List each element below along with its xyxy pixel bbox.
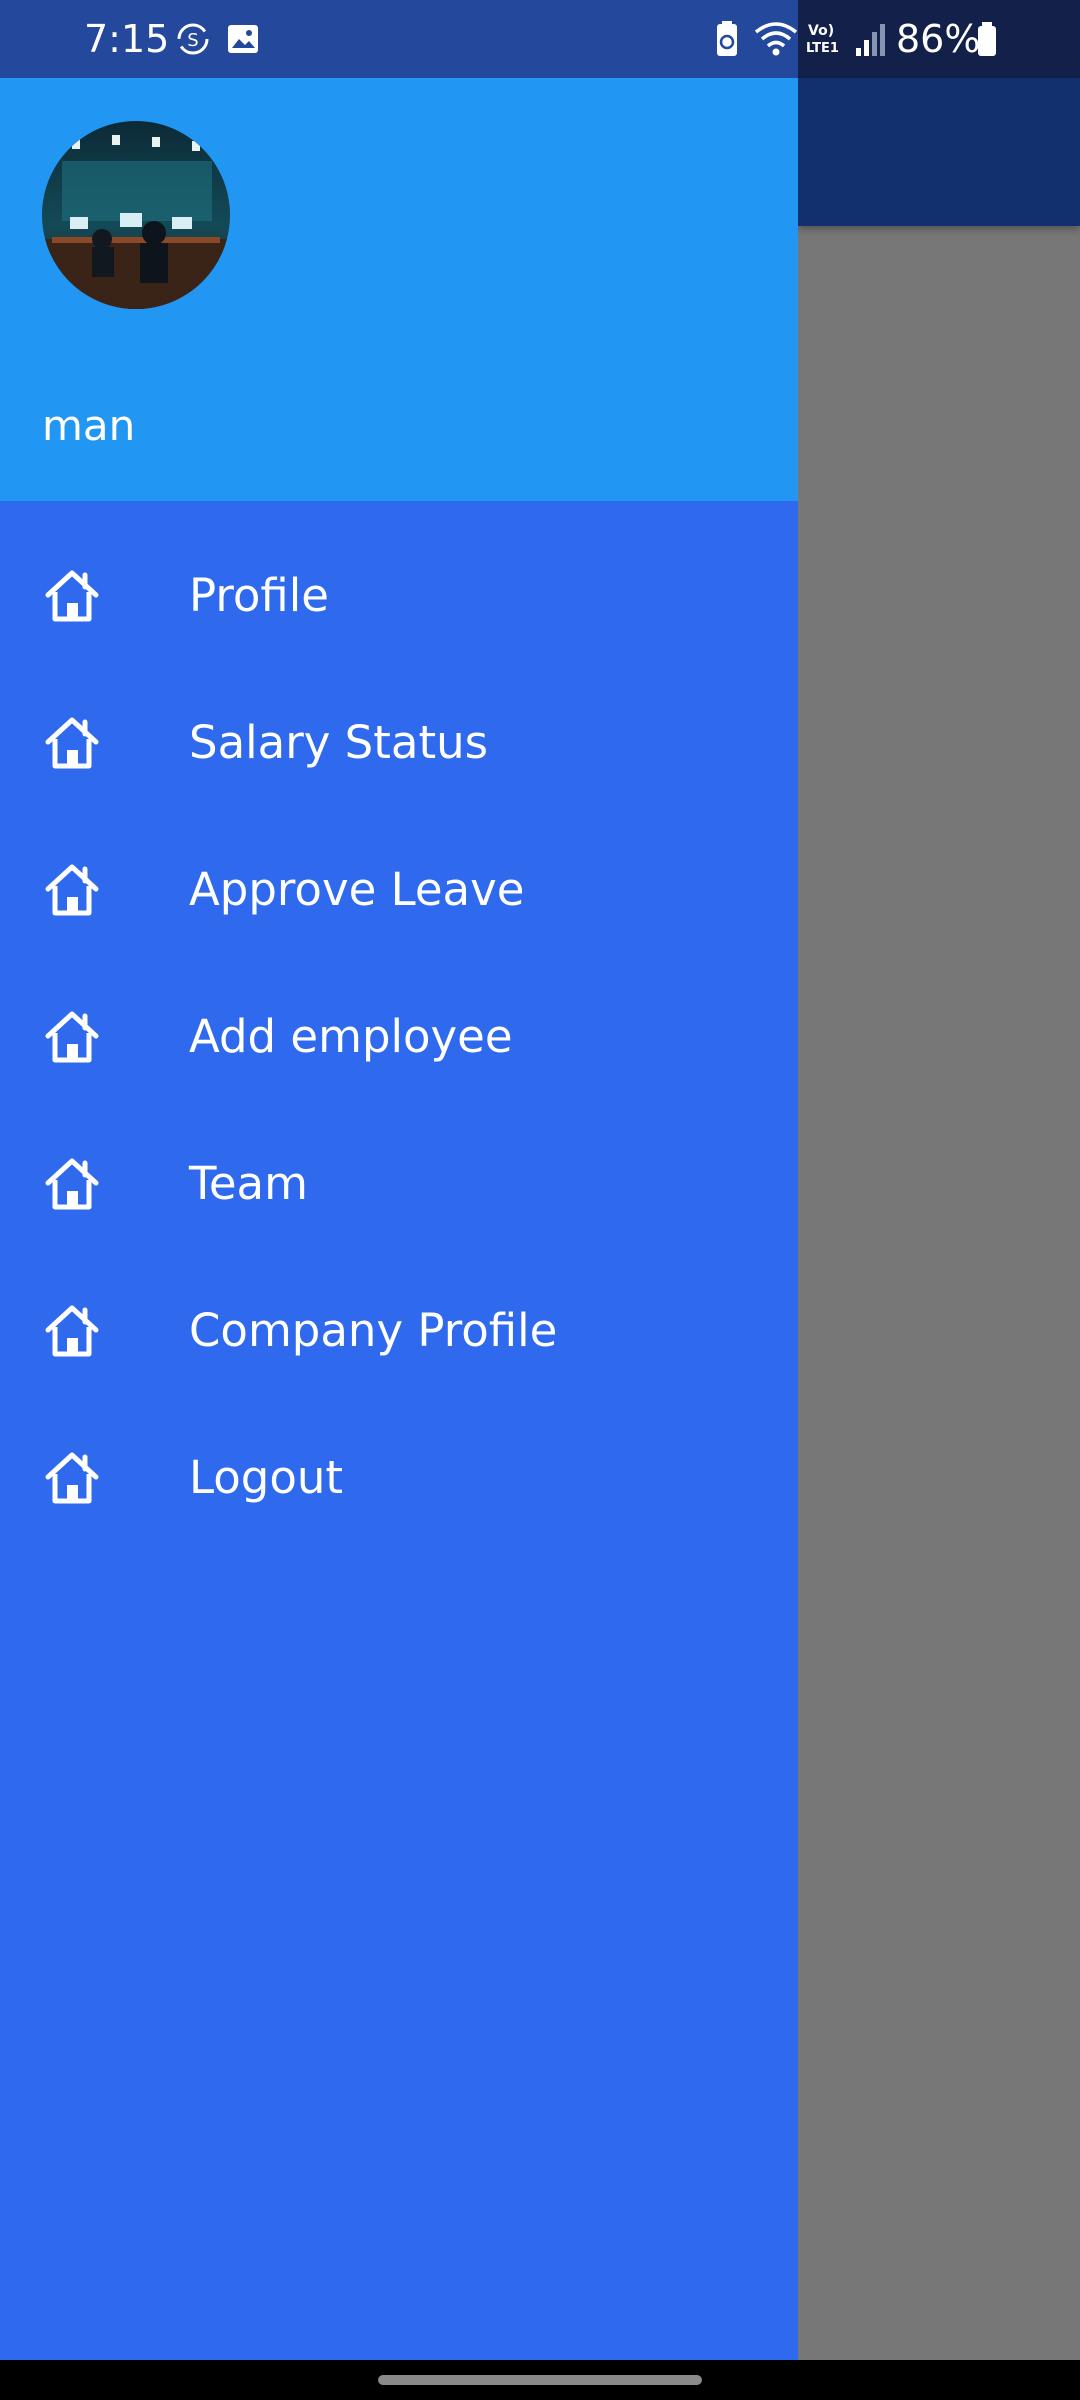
drawer-item-label: Add employee xyxy=(189,1010,513,1063)
volte-icon: Vo) LTE1 xyxy=(806,23,839,56)
svg-text:Vo): Vo) xyxy=(808,23,834,39)
svg-text:S: S xyxy=(187,30,198,51)
avatar[interactable] xyxy=(42,121,230,309)
drawer-item-label: Profile xyxy=(189,569,329,622)
home-icon xyxy=(45,1452,99,1504)
home-icon xyxy=(45,1011,99,1063)
battery-saver-icon xyxy=(717,21,737,56)
drawer-item-label: Team xyxy=(189,1157,308,1210)
drawer-item-salary-status[interactable]: Salary Status xyxy=(0,669,798,816)
signal-icon xyxy=(856,24,885,56)
avatar-photo xyxy=(42,121,230,309)
drawer-item-label: Salary Status xyxy=(189,716,489,769)
home-icon xyxy=(45,864,99,916)
svg-text:LTE1: LTE1 xyxy=(806,41,839,56)
drawer-item-profile[interactable]: Profile xyxy=(0,522,798,669)
drawer-item-add-employee[interactable]: Add employee xyxy=(0,963,798,1110)
drawer-item-approve-leave[interactable]: Approve Leave xyxy=(0,816,798,963)
sync-icon: S xyxy=(177,23,209,55)
drawer-item-company-profile[interactable]: Company Profile xyxy=(0,1257,798,1404)
app-bar xyxy=(798,78,1080,226)
drawer-item-label: Logout xyxy=(189,1451,344,1504)
home-icon xyxy=(45,1158,99,1210)
battery-icon xyxy=(978,22,996,56)
user-name: man xyxy=(42,401,136,450)
status-bar: 7:15 S Vo) LTE1 86% xyxy=(0,0,1080,78)
home-icon xyxy=(45,717,99,769)
battery-percent: 86% xyxy=(896,17,981,61)
navigation-drawer: man Profile Salary Status Approve Leave xyxy=(0,78,798,2360)
drawer-header: man xyxy=(0,78,798,501)
gallery-icon xyxy=(228,25,258,53)
drawer-item-label: Approve Leave xyxy=(189,863,525,916)
drawer-item-team[interactable]: Team xyxy=(0,1110,798,1257)
status-time: 7:15 xyxy=(84,17,170,61)
drawer-item-logout[interactable]: Logout xyxy=(0,1404,798,1551)
system-navigation-bar xyxy=(0,2360,1080,2400)
wifi-icon xyxy=(754,22,798,56)
home-icon xyxy=(45,1305,99,1357)
home-icon xyxy=(45,570,99,622)
home-gesture-handle[interactable] xyxy=(378,2375,702,2385)
drawer-item-label: Company Profile xyxy=(189,1304,558,1357)
